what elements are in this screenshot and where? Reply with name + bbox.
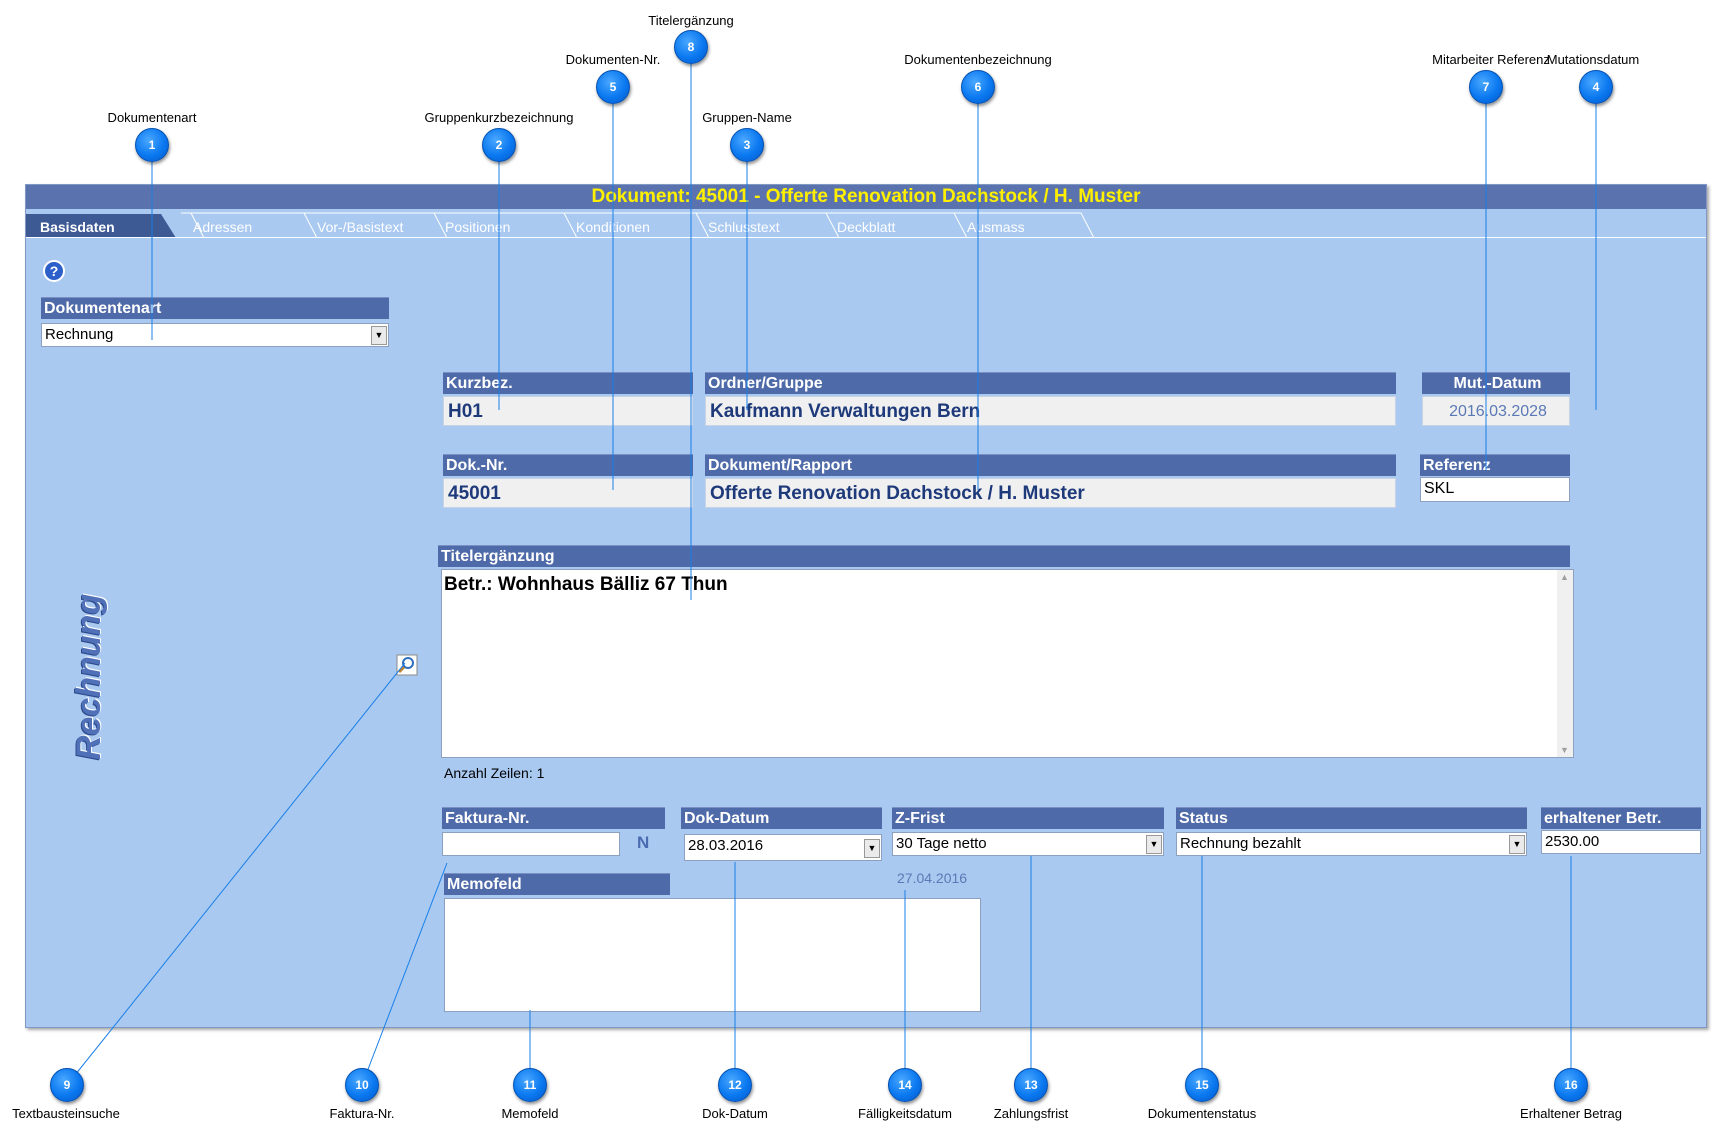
callout-marker-10: 10 [345,1068,379,1102]
callout-label-14: Fälligkeitsdatum [858,1106,952,1121]
svg-text:?: ? [50,263,59,279]
memofeld-label: Memofeld [444,873,670,895]
text-module-search-icon[interactable] [396,654,418,676]
tab-deckblatt[interactable]: Deckblatt [823,211,895,239]
mut-datum-value: 2016.03.2028 [1422,396,1570,426]
faktura-nr-label: Faktura-Nr. [442,807,665,829]
callout-label-7: Mitarbeiter Referenz [1432,52,1550,67]
callout-marker-15: 15 [1185,1068,1219,1102]
chevron-down-icon[interactable]: ▼ [1509,835,1525,854]
callout-marker-2: 2 [482,128,516,162]
callout-marker-7: 7 [1469,70,1503,104]
dokument-rapport-value: Offerte Renovation Dachstock / H. Muster [705,478,1396,508]
kurzbez-value: H01 [443,396,693,426]
titelergaenzung-text: Betr.: Wohnhaus Bälliz 67 Thun [444,574,728,595]
referenz-input[interactable]: SKL [1420,477,1570,502]
callout-label-1: Dokumentenart [107,110,197,125]
scroll-down-icon[interactable]: ▼ [1560,745,1569,755]
callout-marker-14: 14 [888,1068,922,1102]
tab-basisdaten[interactable]: Basisdaten [26,211,166,239]
window-title: Dokument: 45001 - Offerte Renovation Dac… [26,185,1706,209]
kurzbez-label: Kurzbez. [443,372,693,394]
line-count: Anzahl Zeilen: 1 [444,765,545,781]
callout-label-15: Dokumentenstatus [1147,1106,1257,1121]
mut-datum-label: Mut.-Datum [1422,372,1570,394]
titelergaenzung-scrollbar[interactable]: ▲ ▼ [1557,570,1573,757]
dok-nr-label: Dok.-Nr. [443,454,693,476]
erhaltener-betr-label: erhaltener Betr. [1541,807,1701,829]
scroll-up-icon[interactable]: ▲ [1560,572,1569,582]
z-frist-label: Z-Frist [892,807,1164,829]
status-select[interactable]: Rechnung bezahlt ▼ [1176,832,1527,856]
dokumentenart-value: Rechnung [45,326,114,343]
callout-marker-1: 1 [135,128,169,162]
ordner-gruppe-label: Ordner/Gruppe [705,372,1396,394]
ordner-gruppe-value: Kaufmann Verwaltungen Bern [705,396,1396,426]
tab-ausmass[interactable]: Ausmass [953,211,1025,239]
status-label: Status [1176,807,1527,829]
callout-marker-5: 5 [596,70,630,104]
callout-label-13: Zahlungsfrist [993,1106,1069,1121]
dokumentenart-label: Dokumentenart [41,297,389,319]
chevron-down-icon[interactable]: ▼ [864,839,880,858]
referenz-label: Referenz [1420,454,1570,476]
erhaltener-betr-input[interactable]: 2530.00 [1541,830,1701,854]
dok-datum-value: 28.03.2016 [688,837,764,854]
callout-label-9: Textbausteinsuche [12,1106,120,1121]
callout-label-16: Erhaltener Betrag [1520,1106,1622,1121]
status-value: Rechnung bezahlt [1180,835,1301,852]
document-window: Dokument: 45001 - Offerte Renovation Dac… [25,184,1707,1028]
due-date: 27.04.2016 [897,870,968,886]
callout-label-4: Mutationsdatum [1546,52,1640,67]
dok-datum-select[interactable]: 28.03.2016 ▼ [684,834,882,861]
callout-marker-8: 8 [674,30,708,64]
callout-marker-9: 9 [50,1068,84,1102]
faktura-nr-input[interactable] [442,832,620,856]
callout-label-11: Memofeld [501,1106,559,1121]
faktura-flag: N [637,833,650,852]
help-icon[interactable]: ? [42,259,66,283]
callout-marker-6: 6 [961,70,995,104]
callout-label-6: Dokumentenbezeichnung [904,52,1052,67]
z-frist-select[interactable]: 30 Tage netto ▼ [892,832,1164,856]
dokument-rapport-label: Dokument/Rapport [705,454,1396,476]
callout-marker-3: 3 [730,128,764,162]
callout-marker-11: 11 [513,1068,547,1102]
chevron-down-icon[interactable]: ▼ [371,326,387,345]
chevron-down-icon[interactable]: ▼ [1146,835,1162,854]
callout-label-8: Titelergänzung [648,13,734,28]
callout-marker-12: 12 [718,1068,752,1102]
dok-nr-value: 45001 [443,478,693,508]
callout-marker-4: 4 [1579,70,1613,104]
tab-vor-basistext[interactable]: Vor-/Basistext [303,211,403,239]
titelergaenzung-label: Titelergänzung [438,545,1570,567]
dok-datum-label: Dok-Datum [681,807,882,829]
z-frist-value: 30 Tage netto [896,835,987,852]
callout-label-12: Dok-Datum [702,1106,768,1121]
memofeld-textarea[interactable] [444,898,981,1012]
tab-positionen[interactable]: Positionen [431,211,510,239]
callout-label-3: Gruppen-Name [702,110,792,125]
dokumentenart-select[interactable]: Rechnung ▼ [41,323,389,347]
tab-schlusstext[interactable]: Schlusstext [694,211,780,239]
tab-adressen[interactable]: Adressen [179,211,252,239]
callout-label-2: Gruppenkurzbezeichnung [424,110,574,125]
callout-marker-16: 16 [1554,1068,1588,1102]
callout-label-5: Dokumenten-Nr. [565,52,661,67]
tab-konditionen[interactable]: Konditionen [562,211,650,239]
callout-label-10: Faktura-Nr. [329,1106,395,1121]
document-type-side-label: Rechnung [70,593,108,760]
callout-marker-13: 13 [1014,1068,1048,1102]
titelergaenzung-textarea[interactable]: Betr.: Wohnhaus Bälliz 67 Thun ▲ ▼ [441,569,1574,758]
